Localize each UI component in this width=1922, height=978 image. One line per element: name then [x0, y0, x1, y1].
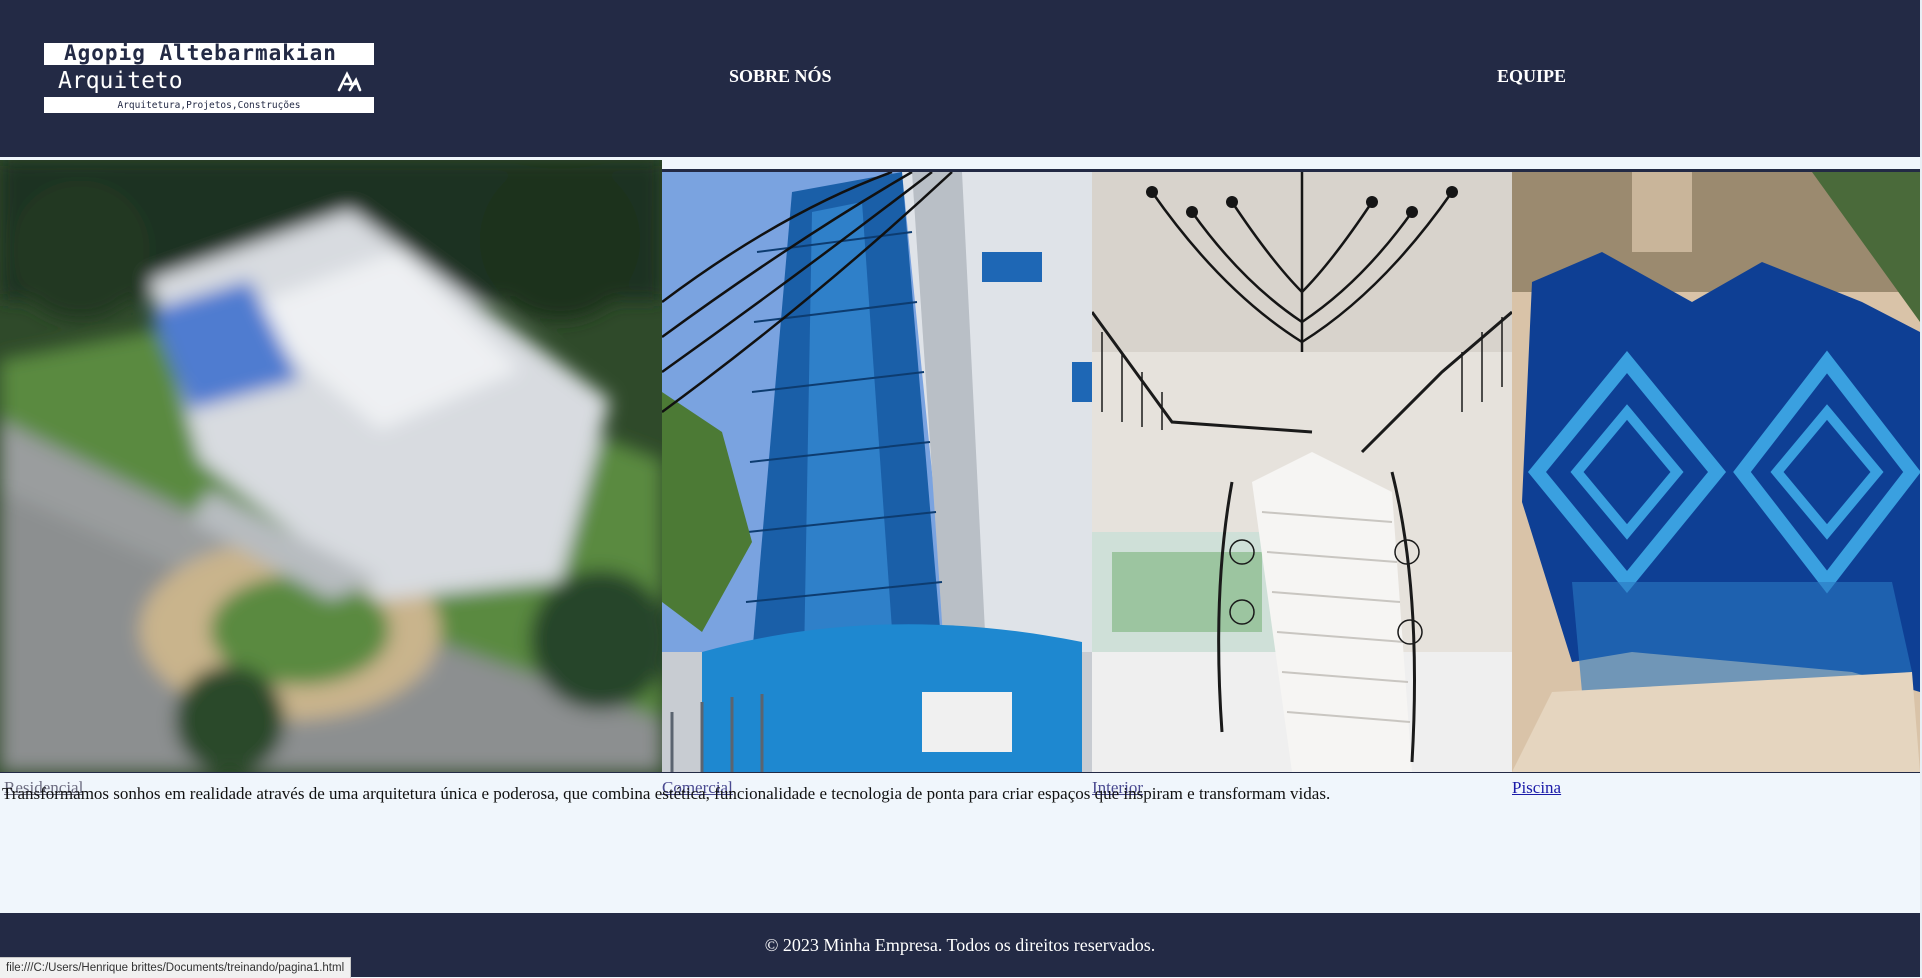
aerial-house-photo [0, 160, 662, 772]
nav-link-equipe[interactable]: EQUIPE [1497, 64, 1566, 88]
pool-photo [1512, 172, 1920, 772]
staircase-chandelier-photo [1092, 172, 1512, 772]
browser-status-url: file:///C:/Users/Henrique brittes/Docume… [0, 957, 352, 978]
logo-mark-icon [337, 71, 362, 92]
copyright-text: © 2023 Minha Empresa. Todos os direitos … [764, 935, 1156, 955]
site-header: Agopig Altebarmakian Arquiteto Arquitetu… [0, 0, 1922, 157]
gallery-image-residencial[interactable] [0, 160, 662, 772]
gallery-image-comercial[interactable] [662, 172, 1092, 772]
intro-text: Transformamos sonhos em realidade atravé… [2, 784, 1331, 803]
gallery-image-piscina[interactable] [1512, 172, 1920, 772]
glass-building-photo [662, 172, 1092, 772]
company-logo[interactable]: Agopig Altebarmakian Arquiteto Arquitetu… [44, 41, 374, 113]
logo-tagline: Arquitetura,Projetos,Construções [117, 100, 301, 111]
logo-name: Agopig Altebarmakian [64, 41, 337, 65]
logo-title: Arquiteto [58, 68, 183, 94]
gallery-image-interior[interactable] [1092, 172, 1512, 772]
nav-link-sobre-nos[interactable]: SOBRE NÓS [729, 64, 832, 88]
